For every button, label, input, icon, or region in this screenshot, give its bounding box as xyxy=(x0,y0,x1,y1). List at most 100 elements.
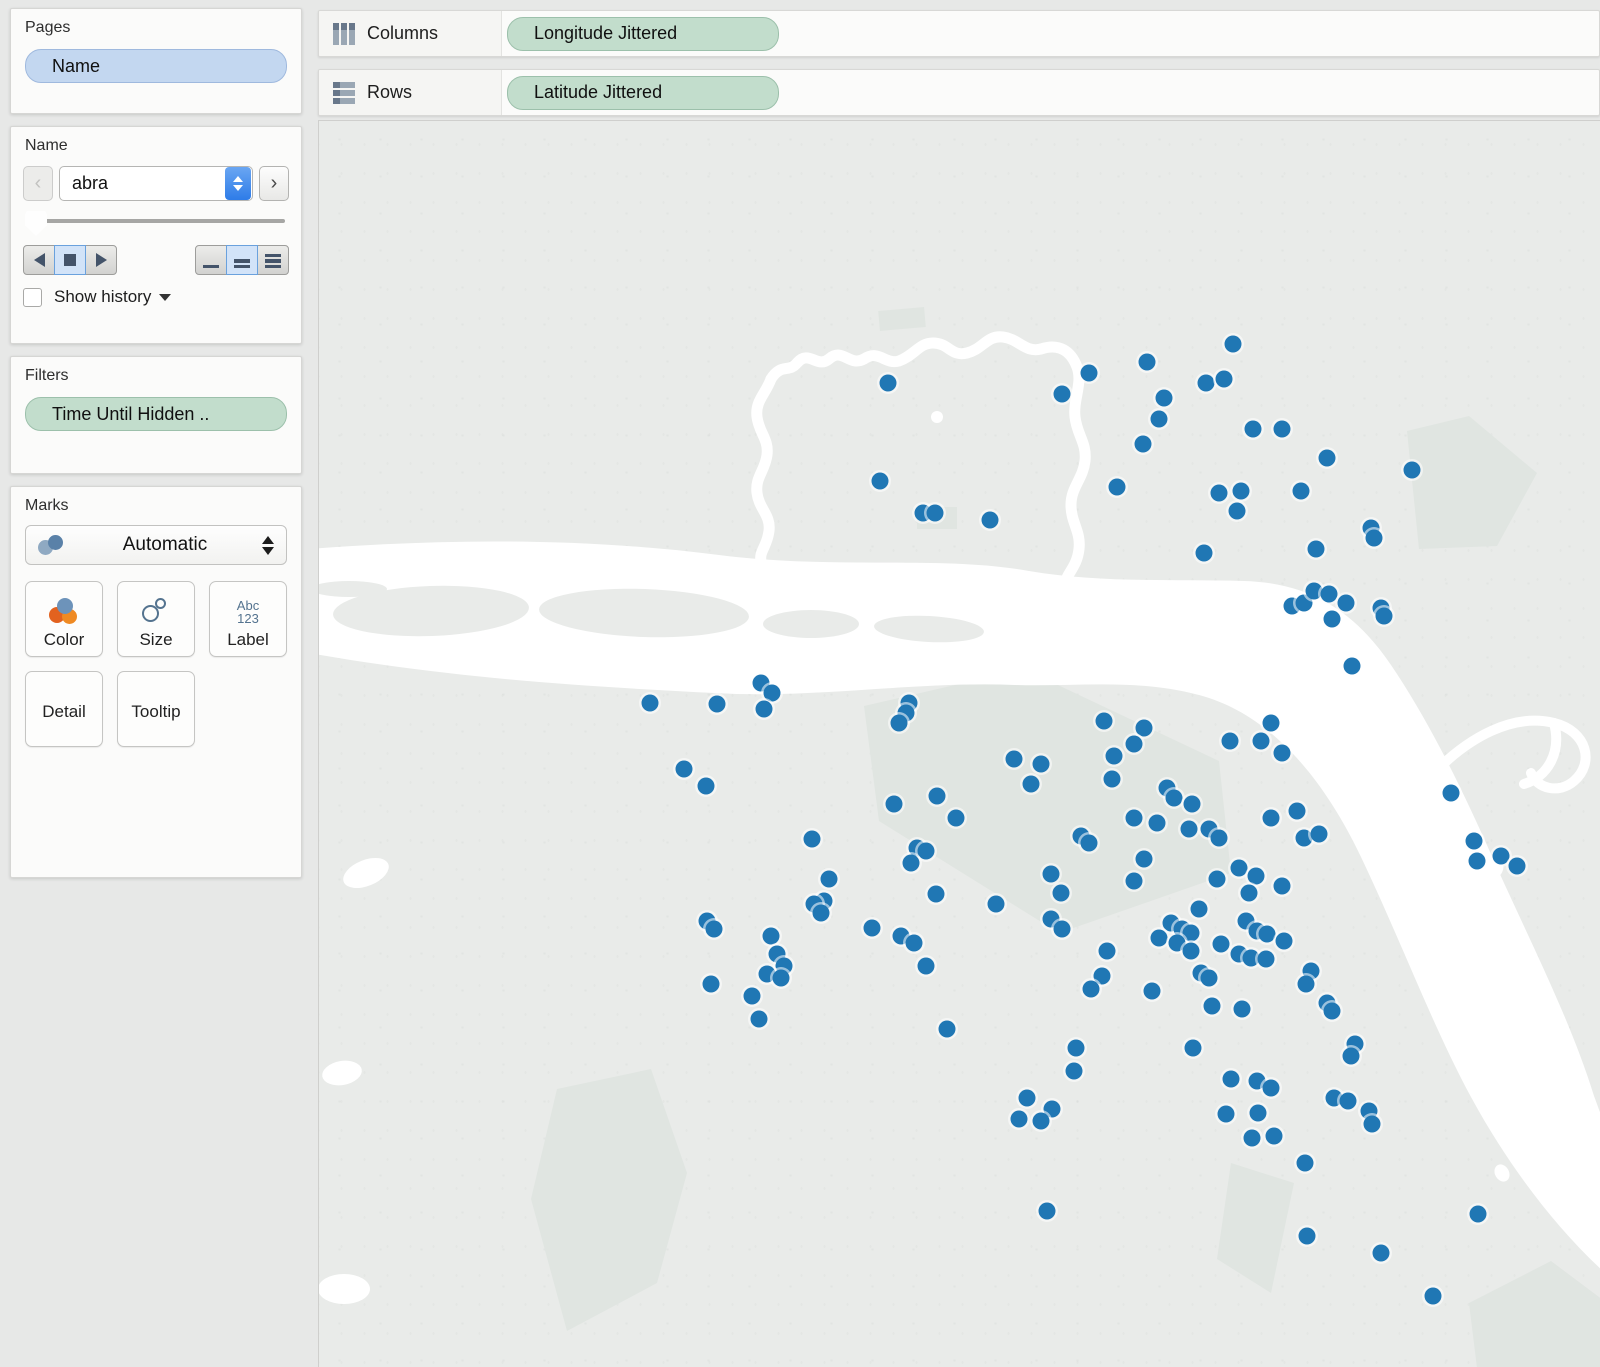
map-point[interactable] xyxy=(871,472,889,490)
map-point[interactable] xyxy=(1082,980,1100,998)
map-point[interactable] xyxy=(1010,1110,1028,1128)
map-point[interactable] xyxy=(641,694,659,712)
map-point[interactable] xyxy=(1208,870,1226,888)
speed-fast-button[interactable] xyxy=(257,245,289,275)
map-point[interactable] xyxy=(1442,784,1460,802)
map-point[interactable] xyxy=(1403,461,1421,479)
map-point[interactable] xyxy=(1230,859,1248,877)
map-point[interactable] xyxy=(1212,935,1230,953)
map-point[interactable] xyxy=(1233,1000,1251,1018)
map-point[interactable] xyxy=(1018,1089,1036,1107)
map-point[interactable] xyxy=(1042,865,1060,883)
map-point[interactable] xyxy=(1032,1112,1050,1130)
columns-pill-longitude[interactable]: Longitude Jittered xyxy=(507,16,779,51)
map-point[interactable] xyxy=(1155,389,1173,407)
map-point[interactable] xyxy=(1224,335,1242,353)
map-point[interactable] xyxy=(1310,825,1328,843)
map-point[interactable] xyxy=(1508,857,1526,875)
map-point[interactable] xyxy=(1228,502,1246,520)
pages-pill-name[interactable]: Name xyxy=(25,49,287,83)
map-point[interactable] xyxy=(1182,942,1200,960)
map-point[interactable] xyxy=(1182,924,1200,942)
map-point[interactable] xyxy=(1165,789,1183,807)
map-point[interactable] xyxy=(1203,997,1221,1015)
map-point[interactable] xyxy=(1143,982,1161,1000)
map-point[interactable] xyxy=(981,511,999,529)
page-stepper[interactable] xyxy=(225,166,251,200)
map-point[interactable] xyxy=(750,1010,768,1028)
map-point[interactable] xyxy=(705,920,723,938)
map-point[interactable] xyxy=(697,777,715,795)
map-point[interactable] xyxy=(1262,714,1280,732)
map-point[interactable] xyxy=(917,957,935,975)
map-point[interactable] xyxy=(1262,1079,1280,1097)
map-point[interactable] xyxy=(1190,900,1208,918)
map-point[interactable] xyxy=(820,870,838,888)
map-point[interactable] xyxy=(675,760,693,778)
map-point[interactable] xyxy=(1022,775,1040,793)
map-point[interactable] xyxy=(879,374,897,392)
map-point[interactable] xyxy=(1148,814,1166,832)
map-point[interactable] xyxy=(1469,1205,1487,1223)
map-point[interactable] xyxy=(1038,1202,1056,1220)
map-point[interactable] xyxy=(772,969,790,987)
map-point[interactable] xyxy=(1221,732,1239,750)
map-point[interactable] xyxy=(1183,795,1201,813)
map-point[interactable] xyxy=(1320,585,1338,603)
map-point[interactable] xyxy=(1296,1154,1314,1172)
map-point[interactable] xyxy=(1065,1062,1083,1080)
filter-pill-time-until-hidden[interactable]: Time Until Hidden .. xyxy=(25,397,287,431)
map-point[interactable] xyxy=(803,830,821,848)
map-point[interactable] xyxy=(938,1020,956,1038)
map-point[interactable] xyxy=(1005,750,1023,768)
tooltip-button[interactable]: Tooltip xyxy=(117,671,195,747)
map-point[interactable] xyxy=(987,895,1005,913)
play-backward-button[interactable] xyxy=(23,245,55,275)
map-point[interactable] xyxy=(1258,925,1276,943)
play-forward-button[interactable] xyxy=(85,245,117,275)
map-point[interactable] xyxy=(1365,529,1383,547)
map-point[interactable] xyxy=(1273,744,1291,762)
map-point[interactable] xyxy=(1424,1287,1442,1305)
map-point[interactable] xyxy=(1210,829,1228,847)
map-point[interactable] xyxy=(1288,802,1306,820)
map-point[interactable] xyxy=(863,919,881,937)
map-point[interactable] xyxy=(1125,872,1143,890)
map-point[interactable] xyxy=(1032,755,1050,773)
show-history-dropdown-icon[interactable] xyxy=(159,293,172,301)
map-point[interactable] xyxy=(885,795,903,813)
label-button[interactable]: Abc 123 Label xyxy=(209,581,287,657)
page-slider-thumb[interactable] xyxy=(25,211,47,236)
columns-shelf[interactable]: Columns Longitude Jittered xyxy=(318,10,1600,57)
map-point[interactable] xyxy=(1217,1105,1235,1123)
map-point[interactable] xyxy=(702,975,720,993)
map-point[interactable] xyxy=(927,885,945,903)
speed-medium-button[interactable] xyxy=(226,245,258,275)
map-point[interactable] xyxy=(1150,410,1168,428)
map-point[interactable] xyxy=(1323,1002,1341,1020)
map-point[interactable] xyxy=(1298,1227,1316,1245)
map-point[interactable] xyxy=(1318,449,1336,467)
map-point[interactable] xyxy=(1343,657,1361,675)
map-point[interactable] xyxy=(1103,770,1121,788)
map-point[interactable] xyxy=(1257,950,1275,968)
mark-type-dropdown[interactable]: Automatic xyxy=(25,525,287,565)
map-point[interactable] xyxy=(1150,929,1168,947)
map-point[interactable] xyxy=(1053,920,1071,938)
map-point[interactable] xyxy=(755,700,773,718)
map-point[interactable] xyxy=(1135,850,1153,868)
next-page-button[interactable]: › xyxy=(259,165,289,201)
map-point[interactable] xyxy=(1080,364,1098,382)
map-point[interactable] xyxy=(1465,832,1483,850)
map-point[interactable] xyxy=(1184,1039,1202,1057)
map-point[interactable] xyxy=(1363,1115,1381,1133)
map-point[interactable] xyxy=(763,684,781,702)
stop-button[interactable] xyxy=(54,245,86,275)
map-point[interactable] xyxy=(1125,809,1143,827)
map-point[interactable] xyxy=(917,842,935,860)
map-point[interactable] xyxy=(1273,420,1291,438)
map-point[interactable] xyxy=(1243,1129,1261,1147)
map-point[interactable] xyxy=(1375,607,1393,625)
map-point[interactable] xyxy=(1247,867,1265,885)
map-point[interactable] xyxy=(1222,1070,1240,1088)
